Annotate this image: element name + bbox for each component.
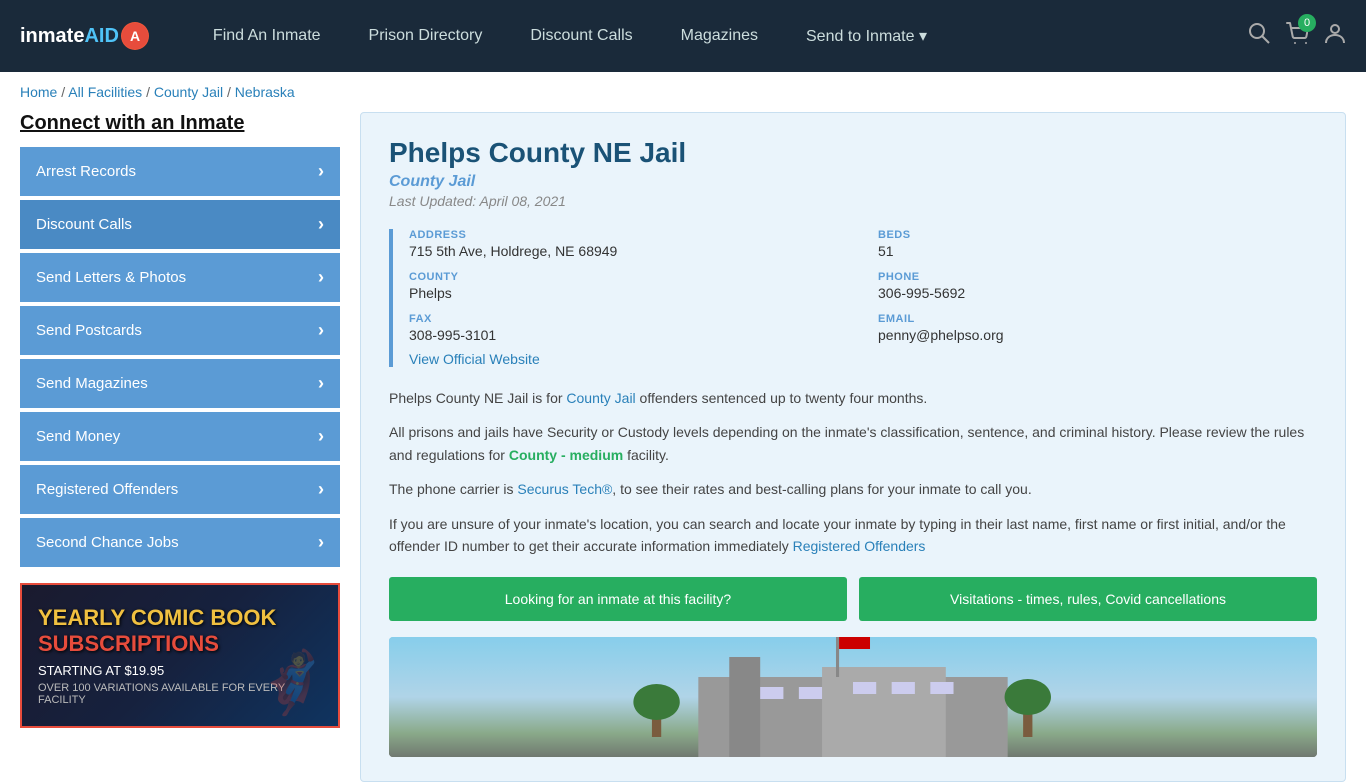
nav-magazines[interactable]: Magazines — [657, 0, 782, 72]
user-button[interactable] — [1324, 22, 1346, 50]
sidebar-item-label: Send Postcards — [36, 322, 142, 339]
sidebar-item-second-chance-jobs[interactable]: Second Chance Jobs › — [20, 518, 340, 567]
visitations-button[interactable]: Visitations - times, rules, Covid cancel… — [859, 577, 1317, 621]
ad-hero-icon: 🦸 — [255, 647, 330, 718]
sidebar-menu: Arrest Records › Discount Calls › Send L… — [20, 147, 340, 567]
phone-value: 306-995-5692 — [878, 285, 1317, 301]
chevron-right-icon: › — [318, 373, 324, 394]
nav-find-an-inmate[interactable]: Find An Inmate — [189, 0, 345, 72]
nav-send-to-inmate[interactable]: Send to Inmate ▾ — [782, 0, 951, 72]
county-value: Phelps — [409, 285, 848, 301]
facility-type: County Jail — [389, 173, 1317, 191]
facility-card: Phelps County NE Jail County Jail Last U… — [360, 112, 1346, 782]
county-block: COUNTY Phelps — [409, 271, 848, 301]
main-layout: Connect with an Inmate Arrest Records › … — [0, 112, 1366, 782]
nav-discount-calls[interactable]: Discount Calls — [506, 0, 656, 72]
registered-offenders-link[interactable]: Registered Offenders — [793, 538, 926, 554]
official-website-link[interactable]: View Official Website — [409, 351, 540, 367]
sidebar-item-discount-calls[interactable]: Discount Calls › — [20, 200, 340, 249]
sidebar-item-label: Send Money — [36, 428, 120, 445]
facility-image — [389, 637, 1317, 757]
sidebar-item-registered-offenders[interactable]: Registered Offenders › — [20, 465, 340, 514]
breadcrumb-all-facilities[interactable]: All Facilities — [68, 84, 142, 100]
address-value: 715 5th Ave, Holdrege, NE 68949 — [409, 243, 848, 259]
sidebar-item-label: Arrest Records — [36, 163, 136, 180]
content: Phelps County NE Jail County Jail Last U… — [360, 112, 1346, 782]
beds-value: 51 — [878, 243, 1317, 259]
facility-info: ADDRESS 715 5th Ave, Holdrege, NE 68949 … — [389, 229, 1317, 367]
nav-prison-directory[interactable]: Prison Directory — [345, 0, 507, 72]
breadcrumb-home[interactable]: Home — [20, 84, 57, 100]
sidebar-item-label: Send Magazines — [36, 375, 148, 392]
fax-value: 308-995-3101 — [409, 327, 848, 343]
cart-button[interactable]: 0 — [1286, 22, 1308, 50]
chevron-right-icon: › — [318, 267, 324, 288]
sidebar-item-send-postcards[interactable]: Send Postcards › — [20, 306, 340, 355]
chevron-right-icon: › — [318, 426, 324, 447]
chevron-right-icon: › — [318, 320, 324, 341]
chevron-right-icon: › — [318, 479, 324, 500]
address-label: ADDRESS — [409, 229, 848, 241]
facility-updated: Last Updated: April 08, 2021 — [389, 193, 1317, 209]
logo[interactable]: inmate AID A — [20, 22, 149, 50]
sidebar-item-send-magazines[interactable]: Send Magazines › — [20, 359, 340, 408]
email-value: penny@phelpso.org — [878, 327, 1317, 343]
phone-label: PHONE — [878, 271, 1317, 283]
sidebar-item-send-letters-photos[interactable]: Send Letters & Photos › — [20, 253, 340, 302]
desc-para2: All prisons and jails have Security or C… — [389, 421, 1317, 466]
view-website: View Official Website — [409, 351, 1317, 367]
breadcrumb-county-jail[interactable]: County Jail — [154, 84, 223, 100]
search-button[interactable] — [1248, 22, 1270, 50]
county-label: COUNTY — [409, 271, 848, 283]
chevron-right-icon: › — [318, 214, 324, 235]
desc-para1: Phelps County NE Jail is for County Jail… — [389, 387, 1317, 409]
fax-block: FAX 308-995-3101 — [409, 313, 848, 343]
email-label: EMAIL — [878, 313, 1317, 325]
nav-links: Find An Inmate Prison Directory Discount… — [189, 0, 1248, 72]
desc-para4: If you are unsure of your inmate's locat… — [389, 513, 1317, 558]
phone-block: PHONE 306-995-5692 — [878, 271, 1317, 301]
sidebar-item-label: Discount Calls — [36, 216, 132, 233]
looking-for-inmate-button[interactable]: Looking for an inmate at this facility? — [389, 577, 847, 621]
sidebar-item-label: Send Letters & Photos — [36, 269, 186, 286]
breadcrumb-state[interactable]: Nebraska — [235, 84, 295, 100]
beds-block: BEDS 51 — [878, 229, 1317, 259]
county-medium-link[interactable]: County - medium — [509, 447, 623, 463]
info-grid: ADDRESS 715 5th Ave, Holdrege, NE 68949 … — [409, 229, 1317, 343]
sidebar: Connect with an Inmate Arrest Records › … — [20, 112, 340, 782]
email-block: EMAIL penny@phelpso.org — [878, 313, 1317, 343]
navbar: inmate AID A Find An Inmate Prison Direc… — [0, 0, 1366, 72]
chevron-right-icon: › — [318, 161, 324, 182]
action-buttons: Looking for an inmate at this facility? … — [389, 577, 1317, 621]
sidebar-item-label: Registered Offenders — [36, 481, 178, 498]
sidebar-title: Connect with an Inmate — [20, 112, 340, 135]
facility-image-inner — [389, 637, 1317, 757]
breadcrumb: Home / All Facilities / County Jail / Ne… — [0, 72, 1366, 112]
description: Phelps County NE Jail is for County Jail… — [389, 387, 1317, 557]
chevron-right-icon: › — [318, 532, 324, 553]
fax-label: FAX — [409, 313, 848, 325]
svg-text:A: A — [130, 28, 140, 44]
securus-tech-link[interactable]: Securus Tech® — [517, 481, 612, 497]
county-jail-link[interactable]: County Jail — [566, 390, 635, 406]
desc-para3: The phone carrier is Securus Tech®, to s… — [389, 478, 1317, 500]
facility-name: Phelps County NE Jail — [389, 137, 1317, 169]
logo-text: inmate — [20, 25, 84, 48]
address-block: ADDRESS 715 5th Ave, Holdrege, NE 68949 — [409, 229, 848, 259]
sidebar-item-arrest-records[interactable]: Arrest Records › — [20, 147, 340, 196]
beds-label: BEDS — [878, 229, 1317, 241]
sidebar-item-send-money[interactable]: Send Money › — [20, 412, 340, 461]
logo-aid: AID — [84, 25, 118, 48]
logo-icon: A — [121, 22, 149, 50]
cart-count: 0 — [1298, 14, 1316, 32]
sidebar-ad[interactable]: YEARLY COMIC BOOK SUBSCRIPTIONS STARTING… — [20, 583, 340, 728]
sidebar-item-label: Second Chance Jobs — [36, 534, 179, 551]
ad-title-line1: YEARLY COMIC BOOK — [38, 605, 322, 631]
nav-icons: 0 — [1248, 22, 1346, 50]
